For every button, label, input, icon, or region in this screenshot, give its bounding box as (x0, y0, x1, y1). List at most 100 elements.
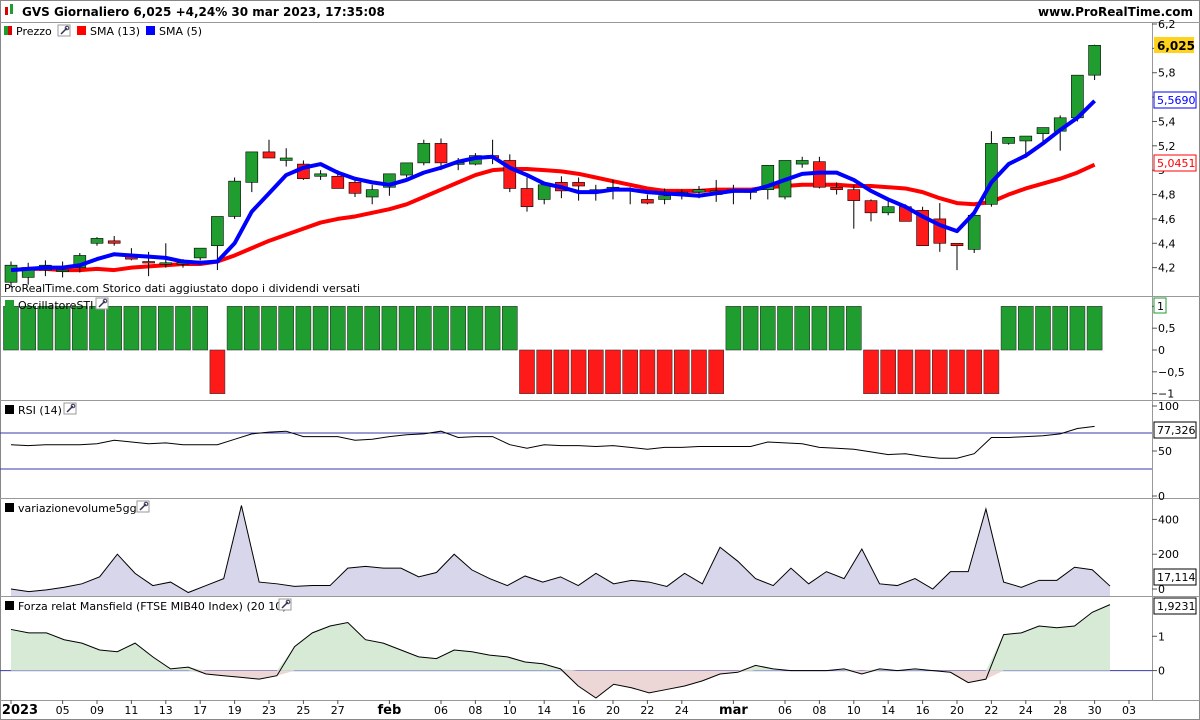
sti-y-tick-label: 0 (1158, 344, 1165, 357)
sti-bar (226, 306, 243, 351)
candle-body (950, 242, 964, 247)
candle-body (1019, 135, 1033, 142)
rsi-swatch (5, 405, 14, 414)
rsi-y-tick-label: 100 (1158, 400, 1179, 413)
x-tick-label: 06 (778, 704, 792, 717)
candle (245, 151, 259, 193)
x-tick-label: 24 (1019, 704, 1033, 717)
candle (795, 156, 809, 168)
sti-bar (467, 306, 484, 351)
candle (641, 194, 654, 205)
candle-body (864, 200, 878, 214)
x-tick-label: 05 (56, 704, 70, 717)
sti-bar (931, 349, 948, 394)
sti-bar (673, 349, 690, 394)
sti-bars (3, 306, 1103, 394)
last-price-badge: 6,025 (1154, 37, 1195, 53)
candle (761, 165, 775, 200)
x-tick-label: 08 (812, 704, 826, 717)
x-tick-label: 10 (847, 704, 861, 717)
sti-bar (347, 306, 363, 351)
legend-item-price[interactable]: Prezzo (4, 24, 71, 38)
x-tick-label: 14 (881, 704, 895, 717)
x-tick-label: 17 (193, 704, 207, 717)
rsi-y-tick-label: 0 (1158, 490, 1165, 503)
mansfield-swatch (5, 601, 14, 610)
vol-legend[interactable]: variazionevolume5gg (5, 500, 150, 515)
sti-y-tick-label: 0,5 (1158, 322, 1176, 335)
sti-bar (20, 306, 37, 351)
candle-body (572, 182, 585, 187)
sti-bar (897, 349, 914, 394)
candle (864, 199, 878, 222)
wrench-icon[interactable] (57, 24, 71, 37)
candle-body (314, 173, 327, 177)
mansfield-title: Forza relat Mansfield (FTSE MIB40 Index)… (18, 600, 287, 613)
mansfield-panel: 1 0 Forza relat Mansfield (FTSE MIB40 Ind… (0, 597, 1197, 699)
candle-body (641, 199, 654, 204)
wrench-icon[interactable] (136, 500, 150, 513)
candle (193, 247, 207, 261)
sti-bar (433, 306, 449, 351)
sti-y-tick-label: −1 (1158, 388, 1174, 401)
candle-body (211, 216, 224, 247)
candle (1088, 44, 1101, 81)
sti-bar (278, 306, 295, 351)
candle-icon (4, 26, 12, 35)
vol-y-tick-label: 400 (1158, 513, 1179, 526)
rsi-legend[interactable]: RSI (14) (5, 402, 77, 417)
rsi-value-label: 77,326 (1157, 424, 1196, 437)
sti-bar (949, 349, 965, 394)
mansfield-value-label: 1,9231 (1157, 600, 1196, 613)
sti-bar (966, 349, 983, 394)
price-y-tick-label: 4,8 (1158, 189, 1176, 202)
wrench-icon[interactable] (95, 297, 109, 310)
candle (348, 179, 362, 197)
candle-body (90, 238, 104, 244)
sti-y-axis: 1 0,5 0 −0,5 −1 (1152, 300, 1185, 401)
rsi-y-axis: 100 50 0 (0, 400, 1179, 503)
sti-bar (845, 306, 862, 351)
sti-bar (1052, 306, 1068, 351)
x-tick-label: 20 (606, 704, 620, 717)
sti-bar (123, 306, 140, 351)
sti-legend[interactable]: OscillatoreSTI (5, 297, 109, 312)
wrench-icon[interactable] (278, 598, 292, 611)
site-url[interactable]: www.ProRealTime.com (1038, 5, 1193, 19)
mansfield-y-tick-label: 1 (1158, 630, 1165, 643)
x-tick-label: feb (378, 703, 402, 718)
candle-body (967, 214, 981, 250)
rsi-title: RSI (14) (18, 404, 62, 417)
x-axis: 2023 05 09 11 13 17 19 23 25 27 feb 06 08 10 14 16 20 22 2… (2, 700, 1136, 718)
sti-bar (708, 349, 725, 394)
wrench-icon[interactable] (63, 402, 77, 415)
candle-body (56, 269, 69, 272)
sti-bar (622, 349, 639, 394)
vol-title: variazionevolume5gg (18, 502, 137, 515)
mansfield-legend[interactable]: Forza relat Mansfield (FTSE MIB40 Index)… (5, 598, 292, 613)
sti-bar (570, 349, 587, 394)
sti-bar (983, 349, 1000, 394)
sti-bar (1017, 306, 1034, 351)
sti-bar (381, 306, 398, 351)
volume-variation-area (11, 505, 1110, 596)
sti-bar (914, 349, 931, 394)
header-bar: GVS Giornaliero 6,025 +4,24% 30 mar 2023… (5, 4, 1193, 19)
x-tick-label: 14 (537, 704, 551, 717)
volume-variation-panel: 4002000 variazionevolume5gg 17,114 (5, 500, 1197, 596)
sti-bar (639, 349, 656, 394)
candle-logo-icon (5, 4, 13, 15)
x-tick-label: 2023 (2, 703, 38, 718)
x-tick-label: 28 (1053, 704, 1067, 717)
legend-item-sma13[interactable]: SMA (13) (77, 25, 140, 38)
sti-bar (1035, 306, 1051, 351)
sti-title: OscillatoreSTI (18, 299, 93, 312)
sti-bar (484, 306, 501, 351)
candle-body (365, 189, 379, 198)
sti-bar (863, 349, 879, 394)
sma5-value-label: 5,5690 (1157, 94, 1196, 107)
sti-bar (1069, 306, 1086, 351)
sti-bar (536, 349, 553, 394)
sti-swatch (5, 300, 14, 309)
legend-item-sma5[interactable]: SMA (5) (146, 25, 202, 38)
